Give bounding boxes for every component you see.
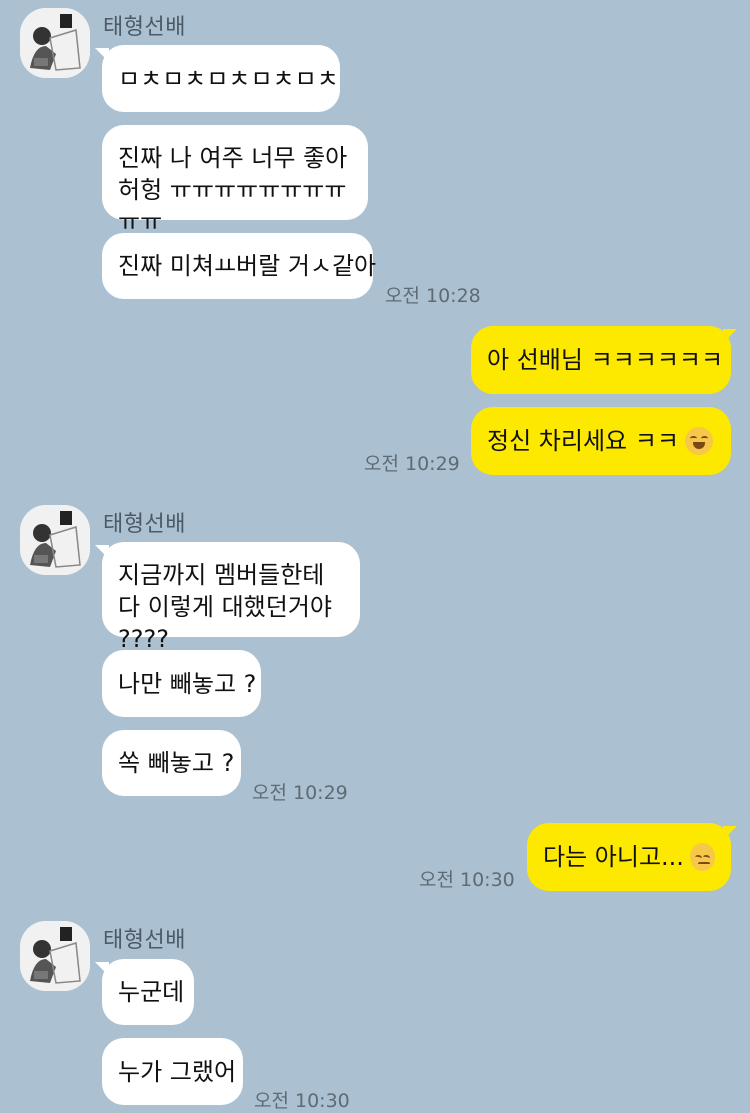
sender-avatar[interactable] [20, 8, 90, 78]
sender-name: 태형선배 [103, 928, 186, 953]
message-bubble[interactable]: 진짜 미쳐ㅛ버랄 거ㅅ같아 [102, 233, 377, 299]
message-text: 진짜 미쳐ㅛ버랄 거ㅅ같아 [118, 252, 377, 280]
message-text: 쏙 빼놓고 ? [118, 749, 235, 777]
message-bubble[interactable]: 지금까지 멤버들한테 다 이렇게 대했던거야 ???? [102, 542, 360, 653]
message-bubble[interactable]: 진짜 나 여주 너무 좋아 허헝 ㅠㅠㅠㅠㅠㅠㅠㅠㅠㅠ [102, 125, 368, 236]
message-text: ㅁㅊㅁㅊㅁㅊㅁㅊㅁㅊ [118, 64, 339, 93]
message-bubble[interactable]: ㅁㅊㅁㅊㅁㅊㅁㅊㅁㅊ [102, 45, 340, 112]
message-text: 아 선배님 ㅋㅋㅋㅋㅋㅋ [487, 346, 724, 374]
message-text: 지금까지 멤버들한테 다 이렇게 대했던거야 ???? [118, 561, 332, 653]
avatar-photo-icon [20, 8, 90, 78]
message-text: 진짜 나 여주 너무 좋아 허헝 ㅠㅠㅠㅠㅠㅠㅠㅠㅠㅠ [118, 144, 348, 236]
message-bubble[interactable]: 다는 아니고... [527, 823, 731, 891]
message-text: 나만 빼놓고 ? [118, 669, 257, 698]
message-text: 다는 아니고... [543, 843, 684, 871]
grinning-squinting-face-icon [684, 427, 713, 455]
sender-avatar[interactable] [20, 505, 90, 575]
message-text: 정신 차리세요 ㅋㅋ [487, 427, 679, 455]
sender-name: 태형선배 [103, 512, 186, 537]
message-bubble[interactable]: 누군데 [102, 959, 194, 1025]
message-timestamp: 오전 10:28 [385, 285, 481, 307]
message-bubble[interactable]: 아 선배님 ㅋㅋㅋㅋㅋㅋ [471, 326, 731, 394]
sender-name: 태형선배 [103, 15, 186, 40]
message-timestamp: 오전 10:30 [254, 1090, 350, 1112]
message-bubble[interactable]: 누가 그랬어 [102, 1038, 243, 1105]
message-text: 누가 그랬어 [118, 1057, 237, 1086]
avatar-photo-icon [20, 505, 90, 575]
avatar-photo-icon [20, 921, 90, 991]
message-timestamp: 오전 10:30 [419, 869, 515, 891]
message-timestamp: 오전 10:29 [252, 782, 348, 804]
message-text: 누군데 [118, 978, 185, 1006]
message-bubble[interactable]: 나만 빼놓고 ? [102, 650, 261, 717]
message-bubble[interactable]: 정신 차리세요 ㅋㅋ [471, 407, 731, 475]
sender-avatar[interactable] [20, 921, 90, 991]
message-timestamp: 오전 10:29 [364, 453, 460, 475]
message-bubble[interactable]: 쏙 빼놓고 ? [102, 730, 241, 796]
pensive-face-icon [689, 843, 715, 871]
